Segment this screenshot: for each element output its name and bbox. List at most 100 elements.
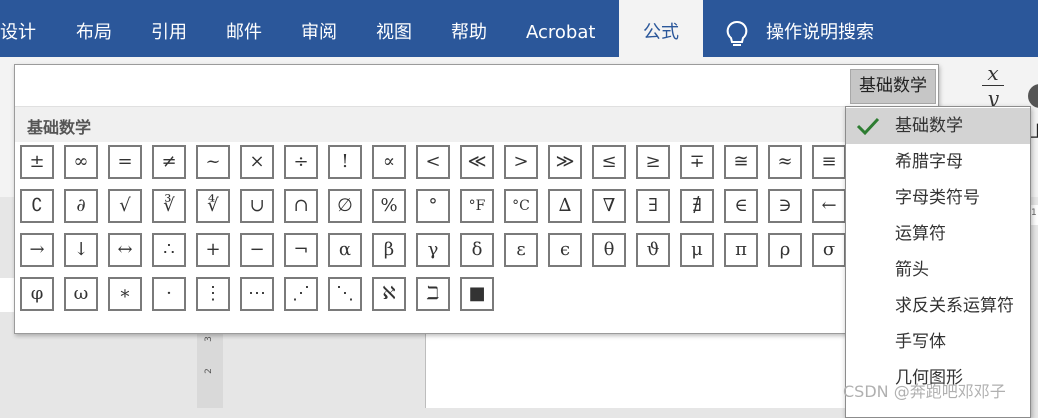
symbol-button[interactable]: ∛ — [152, 189, 186, 223]
symbol-button[interactable]: ρ — [768, 233, 802, 267]
symbol-button[interactable]: − — [240, 233, 274, 267]
symbol-button[interactable]: ∝ — [372, 145, 406, 179]
tab-mailings[interactable]: 邮件 — [226, 0, 262, 57]
category-dropdown-button[interactable]: 基础数学 — [850, 69, 936, 104]
symbol-button[interactable]: ≤ — [592, 145, 626, 179]
gallery-top-bar: 基础数学 — [15, 65, 938, 105]
menu-item-scripts[interactable]: 手写体 — [846, 324, 1030, 360]
symbol-button[interactable]: × — [240, 145, 274, 179]
symbol-button[interactable]: π — [724, 233, 758, 267]
menu-item-letter-like-symbols[interactable]: 字母类符号 — [846, 180, 1030, 216]
symbol-button[interactable]: ε — [504, 233, 538, 267]
symbol-button[interactable]: ∞ — [64, 145, 98, 179]
menu-item-label: 求反关系运算符 — [895, 296, 1014, 316]
symbol-button[interactable]: ∅ — [328, 189, 362, 223]
symbol-button[interactable]: ∃ — [636, 189, 670, 223]
tab-design[interactable]: 设计 — [0, 0, 36, 57]
symbol-button[interactable]: ÷ — [284, 145, 318, 179]
symbol-button[interactable]: ∄ — [680, 189, 714, 223]
symbol-button[interactable]: ∗ — [108, 277, 142, 311]
tab-equation[interactable]: 公式 — [619, 0, 703, 57]
symbol-button[interactable]: → — [20, 233, 54, 267]
symbol-button[interactable]: ϑ — [636, 233, 670, 267]
tab-layout[interactable]: 布局 — [76, 0, 112, 57]
symbol-button[interactable]: γ — [416, 233, 450, 267]
ruler-mark: 3 — [203, 336, 214, 342]
symbol-button[interactable]: ∪ — [240, 189, 274, 223]
symbol-button[interactable]: ∴ — [152, 233, 186, 267]
menu-item-operators[interactable]: 运算符 — [846, 216, 1030, 252]
symbol-button[interactable]: ≥ — [636, 145, 670, 179]
symbol-button[interactable]: ⋮ — [196, 277, 230, 311]
vertical-ruler: 3 2 — [197, 330, 223, 408]
tab-acrobat[interactable]: Acrobat — [526, 0, 595, 57]
document-page[interactable] — [425, 330, 846, 408]
symbol-button[interactable]: √ — [108, 189, 142, 223]
symbol-button[interactable]: φ — [20, 277, 54, 311]
symbol-button[interactable]: ! — [328, 145, 362, 179]
symbol-button[interactable]: ∁ — [20, 189, 54, 223]
symbol-button[interactable]: °F — [460, 189, 494, 223]
symbol-button[interactable]: < — [416, 145, 450, 179]
menu-item-basic-math[interactable]: 基础数学 — [846, 108, 1030, 144]
symbol-button[interactable]: > — [504, 145, 538, 179]
symbol-button[interactable]: = — [108, 145, 142, 179]
symbol-button[interactable]: ≫ — [548, 145, 582, 179]
symbol-button[interactable]: β — [372, 233, 406, 267]
symbol-button[interactable]: α — [328, 233, 362, 267]
symbol-button[interactable]: ⋯ — [240, 277, 274, 311]
symbol-button[interactable]: ∜ — [196, 189, 230, 223]
symbol-button[interactable]: ° — [416, 189, 450, 223]
symbol-button[interactable]: ≈ — [768, 145, 802, 179]
symbol-button[interactable]: ⋱ — [328, 277, 362, 311]
symbol-button[interactable]: ¬ — [284, 233, 318, 267]
menu-item-arrows[interactable]: 箭头 — [846, 252, 1030, 288]
symbol-button[interactable]: ∓ — [680, 145, 714, 179]
checkmark-icon — [856, 117, 880, 136]
menu-item-label: 字母类符号 — [895, 188, 980, 208]
symbol-button[interactable]: ~ — [196, 145, 230, 179]
symbol-button[interactable]: °C — [504, 189, 538, 223]
tell-me-search[interactable]: 操作说明搜索 — [766, 0, 874, 57]
symbol-button[interactable]: ↓ — [64, 233, 98, 267]
symbol-button[interactable]: ϵ — [548, 233, 582, 267]
symbol-button[interactable]: μ — [680, 233, 714, 267]
symbol-button[interactable]: θ — [592, 233, 626, 267]
symbol-button[interactable]: ∂ — [64, 189, 98, 223]
equation-symbols-gallery: 基础数学 基础数学 ± ∞ = ≠ ~ × ÷! ∝ < ≪ > ≫ ≤ ≥ ∓ ≅ ≈ ≡ ∁ ∂ √ ∛ ∜ ∪ ∩ ∅% ° °… — [14, 64, 939, 334]
symbol-button[interactable]: ∈ — [724, 189, 758, 223]
symbol-button[interactable]: ℵ — [372, 277, 406, 311]
menu-item-negated-relations[interactable]: 求反关系运算符 — [846, 288, 1030, 324]
symbol-button[interactable]: δ — [460, 233, 494, 267]
symbol-button[interactable]: ∩ — [284, 189, 318, 223]
menu-item-label: 希腊字母 — [895, 152, 963, 172]
symbol-button[interactable]: ≠ — [152, 145, 186, 179]
tab-references[interactable]: 引用 — [151, 0, 187, 57]
horizontal-ruler: 1 — [1030, 205, 1038, 225]
symbol-button[interactable]: ≅ — [724, 145, 758, 179]
symbol-button[interactable]: ↔ — [108, 233, 142, 267]
symbol-button[interactable]: ∇ — [592, 189, 626, 223]
tab-review[interactable]: 审阅 — [301, 0, 337, 57]
symbol-button[interactable]: ⋰ — [284, 277, 318, 311]
watermark: CSDN @奔跑吧邓邓子 — [843, 382, 1006, 401]
symbol-button[interactable]: ■ — [460, 277, 494, 311]
symbol-button[interactable]: ∆ — [548, 189, 582, 223]
menu-item-label: 基础数学 — [895, 116, 963, 136]
symbol-button[interactable]: ≡ — [812, 145, 846, 179]
symbol-button[interactable]: · — [152, 277, 186, 311]
symbol-button[interactable]: ± — [20, 145, 54, 179]
symbol-button[interactable]: % — [372, 189, 406, 223]
lightbulb-icon — [726, 20, 748, 46]
tab-view[interactable]: 视图 — [376, 0, 412, 57]
tab-help[interactable]: 帮助 — [451, 0, 487, 57]
symbol-button[interactable]: + — [196, 233, 230, 267]
fraction-button[interactable]: x y — [982, 62, 1004, 109]
symbol-button[interactable]: ≪ — [460, 145, 494, 179]
symbol-button[interactable]: ω — [64, 277, 98, 311]
symbol-button[interactable]: σ — [812, 233, 846, 267]
symbol-button[interactable]: ∋ — [768, 189, 802, 223]
symbol-button[interactable]: ← — [812, 189, 846, 223]
symbol-button[interactable]: ℶ — [416, 277, 450, 311]
menu-item-greek-letters[interactable]: 希腊字母 — [846, 144, 1030, 180]
